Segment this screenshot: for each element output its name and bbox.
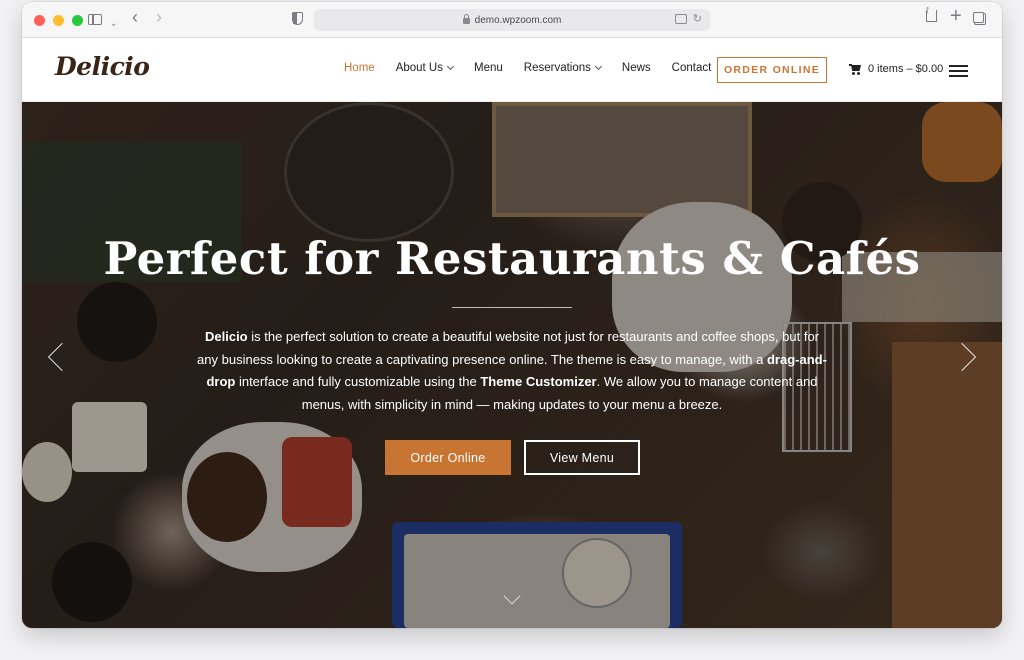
address-bar[interactable]: demo.wpzoom.com ↻ bbox=[314, 9, 710, 31]
new-tab-icon[interactable]: + bbox=[950, 6, 962, 26]
window-controls bbox=[34, 15, 83, 26]
site-logo[interactable]: Delicio bbox=[55, 52, 150, 81]
nav-item-reservations[interactable]: Reservations bbox=[523, 62, 602, 74]
nav-label: Contact bbox=[671, 62, 712, 74]
nav-item-home[interactable]: Home bbox=[344, 62, 375, 74]
nav-item-about-us[interactable]: About Us bbox=[395, 62, 455, 74]
reload-icon[interactable]: ↻ bbox=[693, 13, 702, 25]
nav-label: Menu bbox=[474, 62, 503, 74]
hamburger-menu-icon[interactable] bbox=[949, 65, 968, 77]
scroll-down-icon[interactable] bbox=[503, 587, 521, 605]
cart-link[interactable]: 0 items – $0.00 bbox=[849, 63, 943, 75]
browser-toolbar: ⌄ ‹ › demo.wpzoom.com ↻ + bbox=[22, 2, 1002, 38]
nav-label: About Us bbox=[395, 62, 443, 74]
hero-title: Perfect for Restaurants & Cafés bbox=[103, 232, 921, 285]
hero-slider: Perfect for Restaurants & Cafés Delicio … bbox=[22, 102, 1002, 628]
close-window-button[interactable] bbox=[34, 15, 45, 26]
sidebar-toggle-icon[interactable] bbox=[88, 14, 102, 25]
hero-content: Perfect for Restaurants & Cafés Delicio … bbox=[22, 102, 1002, 628]
site-header: Delicio Home About Us Menu Reservations … bbox=[22, 38, 1002, 102]
main-nav: Home About Us Menu Reservations News Con… bbox=[344, 62, 732, 74]
browser-window: ⌄ ‹ › demo.wpzoom.com ↻ + Delicio Home A… bbox=[22, 2, 1002, 628]
nav-item-contact[interactable]: Contact bbox=[672, 62, 712, 74]
order-online-header-button[interactable]: ORDER ONLINE bbox=[717, 57, 827, 83]
back-arrow-icon[interactable]: ‹ bbox=[132, 8, 138, 26]
order-online-button[interactable]: Order Online bbox=[385, 440, 511, 475]
minimize-window-button[interactable] bbox=[53, 15, 64, 26]
cart-summary: 0 items – $0.00 bbox=[868, 63, 944, 75]
translate-icon[interactable] bbox=[674, 14, 687, 24]
nav-item-news[interactable]: News bbox=[622, 62, 651, 74]
url-text: demo.wpzoom.com bbox=[474, 14, 562, 26]
zoom-window-button[interactable] bbox=[72, 15, 83, 26]
nav-label: News bbox=[621, 62, 651, 74]
slider-prev-icon[interactable] bbox=[47, 342, 77, 372]
cart-icon bbox=[849, 64, 861, 75]
view-menu-button[interactable]: View Menu bbox=[524, 440, 640, 475]
hero-divider bbox=[452, 307, 572, 308]
privacy-shield-icon[interactable] bbox=[292, 12, 303, 25]
chevron-down-icon bbox=[594, 62, 602, 71]
slider-next-icon[interactable] bbox=[947, 342, 977, 372]
chevron-down-icon[interactable]: ⌄ bbox=[110, 14, 118, 32]
hero-description: Delicio is the perfect solution to creat… bbox=[197, 329, 827, 412]
nav-label: Reservations bbox=[523, 62, 591, 74]
share-icon[interactable] bbox=[925, 2, 937, 22]
lock-icon bbox=[462, 14, 470, 24]
nav-item-menu[interactable]: Menu bbox=[474, 62, 503, 74]
tab-overview-icon[interactable] bbox=[974, 13, 986, 25]
chevron-down-icon bbox=[446, 62, 455, 71]
forward-arrow-icon[interactable]: › bbox=[156, 8, 162, 26]
nav-label: Home bbox=[344, 62, 375, 74]
